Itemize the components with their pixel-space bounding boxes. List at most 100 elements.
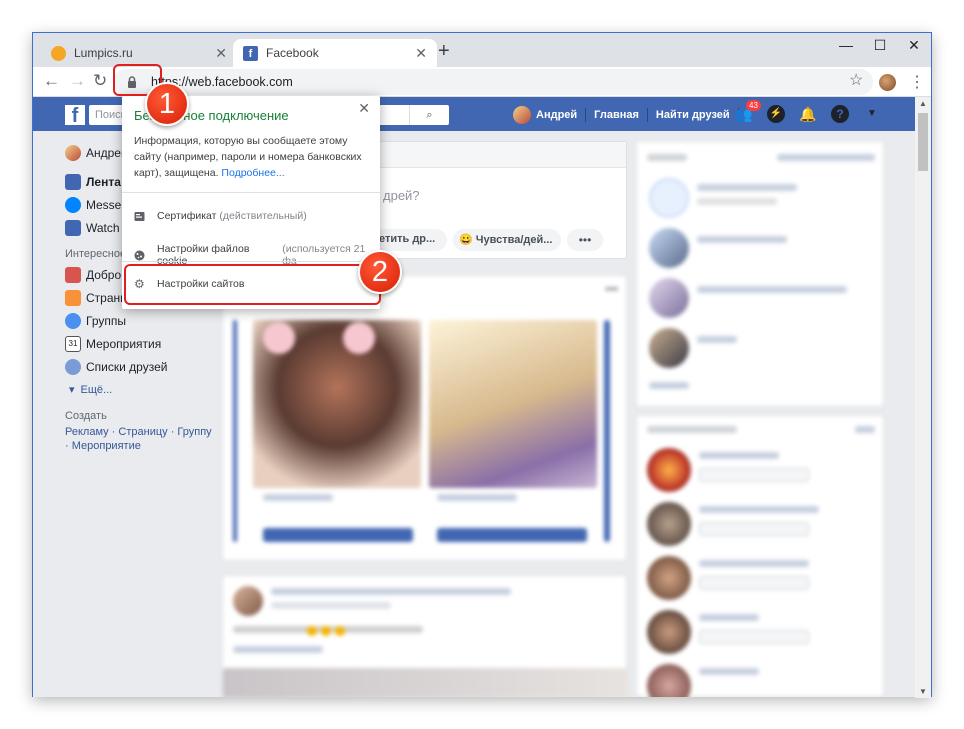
profile-avatar[interactable]	[879, 74, 896, 91]
see-more-link[interactable]	[649, 382, 689, 389]
close-tab-icon[interactable]: ✕	[415, 45, 427, 62]
close-tab-icon[interactable]: ✕	[215, 45, 227, 62]
sidebar-more-link[interactable]: ▾ Ещё...	[65, 378, 235, 401]
connection-description: Информация, которую вы сообщаете этому с…	[134, 133, 370, 181]
forward-icon[interactable]: →	[69, 71, 86, 91]
reload-icon[interactable]: ↻	[93, 71, 107, 91]
stories-links[interactable]	[777, 154, 875, 161]
lumpics-favicon-icon	[51, 45, 66, 61]
scroll-down-icon[interactable]: ▼	[919, 687, 927, 696]
tab-title: Facebook	[266, 46, 319, 60]
story-title	[697, 286, 847, 293]
pages-flag-icon	[65, 289, 81, 306]
notifications-bell-icon[interactable]: 🔔	[799, 105, 817, 123]
person-name	[699, 560, 809, 567]
chevron-down-icon: ▾	[69, 384, 75, 396]
post-author	[271, 588, 511, 595]
emoji-icon	[321, 626, 331, 636]
story-title	[697, 184, 797, 191]
watch-icon	[65, 219, 81, 236]
card-edge	[604, 320, 610, 542]
divider	[585, 108, 587, 122]
more-options-icon[interactable]: •••	[567, 229, 603, 251]
window-controls: — ☐ ✕	[829, 33, 931, 63]
avatar	[233, 586, 263, 616]
facebook-favicon-icon: f	[243, 45, 258, 61]
facebook-nav: Андрей Главная Найти друзей	[513, 106, 747, 124]
address-bar[interactable]: https://web.facebook.com	[113, 69, 873, 95]
avatar	[649, 278, 689, 318]
story-title	[697, 236, 787, 243]
new-tab-button[interactable]: +	[438, 40, 450, 63]
tag-friends-button[interactable]: етить др...	[373, 229, 447, 251]
find-friends-link[interactable]: Найти друзей	[656, 109, 730, 121]
add-friend-button[interactable]	[699, 468, 809, 482]
friend-photo	[429, 320, 597, 488]
user-name-link[interactable]: Андрей	[536, 109, 577, 121]
add-friend-button[interactable]	[699, 576, 809, 590]
avatar	[649, 328, 689, 368]
tab-bar: Lumpics.ru ✕ f Facebook ✕ + — ☐ ✕	[33, 33, 931, 67]
stories-card	[636, 141, 884, 407]
messenger-icon[interactable]: ⚡	[767, 105, 785, 123]
more-options-icon[interactable]: •••	[605, 282, 618, 296]
bookmark-star-icon[interactable]: ☆	[849, 70, 863, 90]
certificate-item[interactable]: Сертификат (действительный)	[134, 210, 307, 222]
translate-link[interactable]	[233, 646, 323, 653]
sidebar-item-label: Добро	[86, 267, 122, 282]
see-all-link[interactable]	[855, 426, 875, 433]
add-friend-button[interactable]	[437, 528, 587, 542]
suggested-friends-card: •••	[222, 275, 627, 561]
smile-icon: 😀	[459, 234, 476, 246]
create-links[interactable]: Рекламу · Страницу · Группу · Мероприяти…	[65, 425, 215, 453]
friend-name	[437, 494, 517, 501]
sidebar-item-groups[interactable]: Группы	[65, 309, 235, 332]
add-friend-button[interactable]	[699, 522, 809, 536]
home-link[interactable]: Главная	[594, 109, 639, 121]
add-friend-button[interactable]	[699, 630, 809, 644]
pymk-heading	[647, 426, 737, 433]
menu-icon[interactable]: ⋮	[909, 72, 925, 92]
sidebar-item-events[interactable]: 31 Мероприятия	[65, 332, 235, 355]
sidebar-item-label: Мероприятия	[86, 336, 162, 351]
user-avatar[interactable]	[513, 106, 531, 124]
scroll-up-icon[interactable]: ▲	[919, 99, 927, 108]
minimize-button[interactable]: —	[829, 33, 863, 63]
composer-placeholder[interactable]: дрей?	[383, 188, 420, 203]
feeling-button[interactable]: 😀 Чувства/дей...	[453, 229, 561, 251]
scrollbar-thumb[interactable]	[918, 113, 928, 171]
tab-lumpics[interactable]: Lumpics.ru ✕	[41, 39, 237, 67]
add-friend-button[interactable]	[263, 528, 413, 542]
back-icon[interactable]: ←	[43, 71, 60, 91]
ear-decoration	[343, 322, 375, 354]
card-edge	[233, 320, 237, 542]
close-icon[interactable]: ✕	[358, 100, 370, 117]
search-placeholder: Поиск	[95, 109, 126, 121]
person-name	[699, 506, 819, 513]
cookie-icon	[134, 250, 145, 260]
tab-facebook[interactable]: f Facebook ✕	[233, 39, 437, 67]
scrollbar[interactable]: ▲ ▼	[915, 97, 931, 698]
sidebar-item-friend-lists[interactable]: Списки друзей	[65, 355, 235, 378]
post-meta	[271, 602, 391, 609]
certificate-icon	[134, 211, 145, 221]
maximize-button[interactable]: ☐	[863, 33, 897, 63]
sidebar-item-label: Списки друзей	[86, 359, 168, 374]
search-icon[interactable]: ⌕	[409, 105, 449, 125]
facebook-logo-icon[interactable]: f	[65, 105, 85, 127]
emoji-icon	[307, 626, 317, 636]
story-title	[697, 336, 737, 343]
account-menu-chevron-icon[interactable]: ▼	[863, 105, 881, 123]
sidebar-item-label: Watch	[86, 220, 120, 235]
close-window-button[interactable]: ✕	[897, 33, 931, 63]
add-story-icon[interactable]	[649, 178, 689, 218]
avatar	[649, 228, 689, 268]
tab-title: Lumpics.ru	[74, 46, 133, 60]
certificate-label: Сертификат	[157, 210, 217, 222]
feed-post-card	[222, 575, 628, 697]
person-name	[699, 614, 759, 621]
create-heading: Создать	[65, 410, 107, 422]
person-name	[699, 668, 759, 675]
more-info-link[interactable]: Подробнее...	[221, 167, 284, 179]
help-icon[interactable]: ?	[831, 105, 849, 123]
